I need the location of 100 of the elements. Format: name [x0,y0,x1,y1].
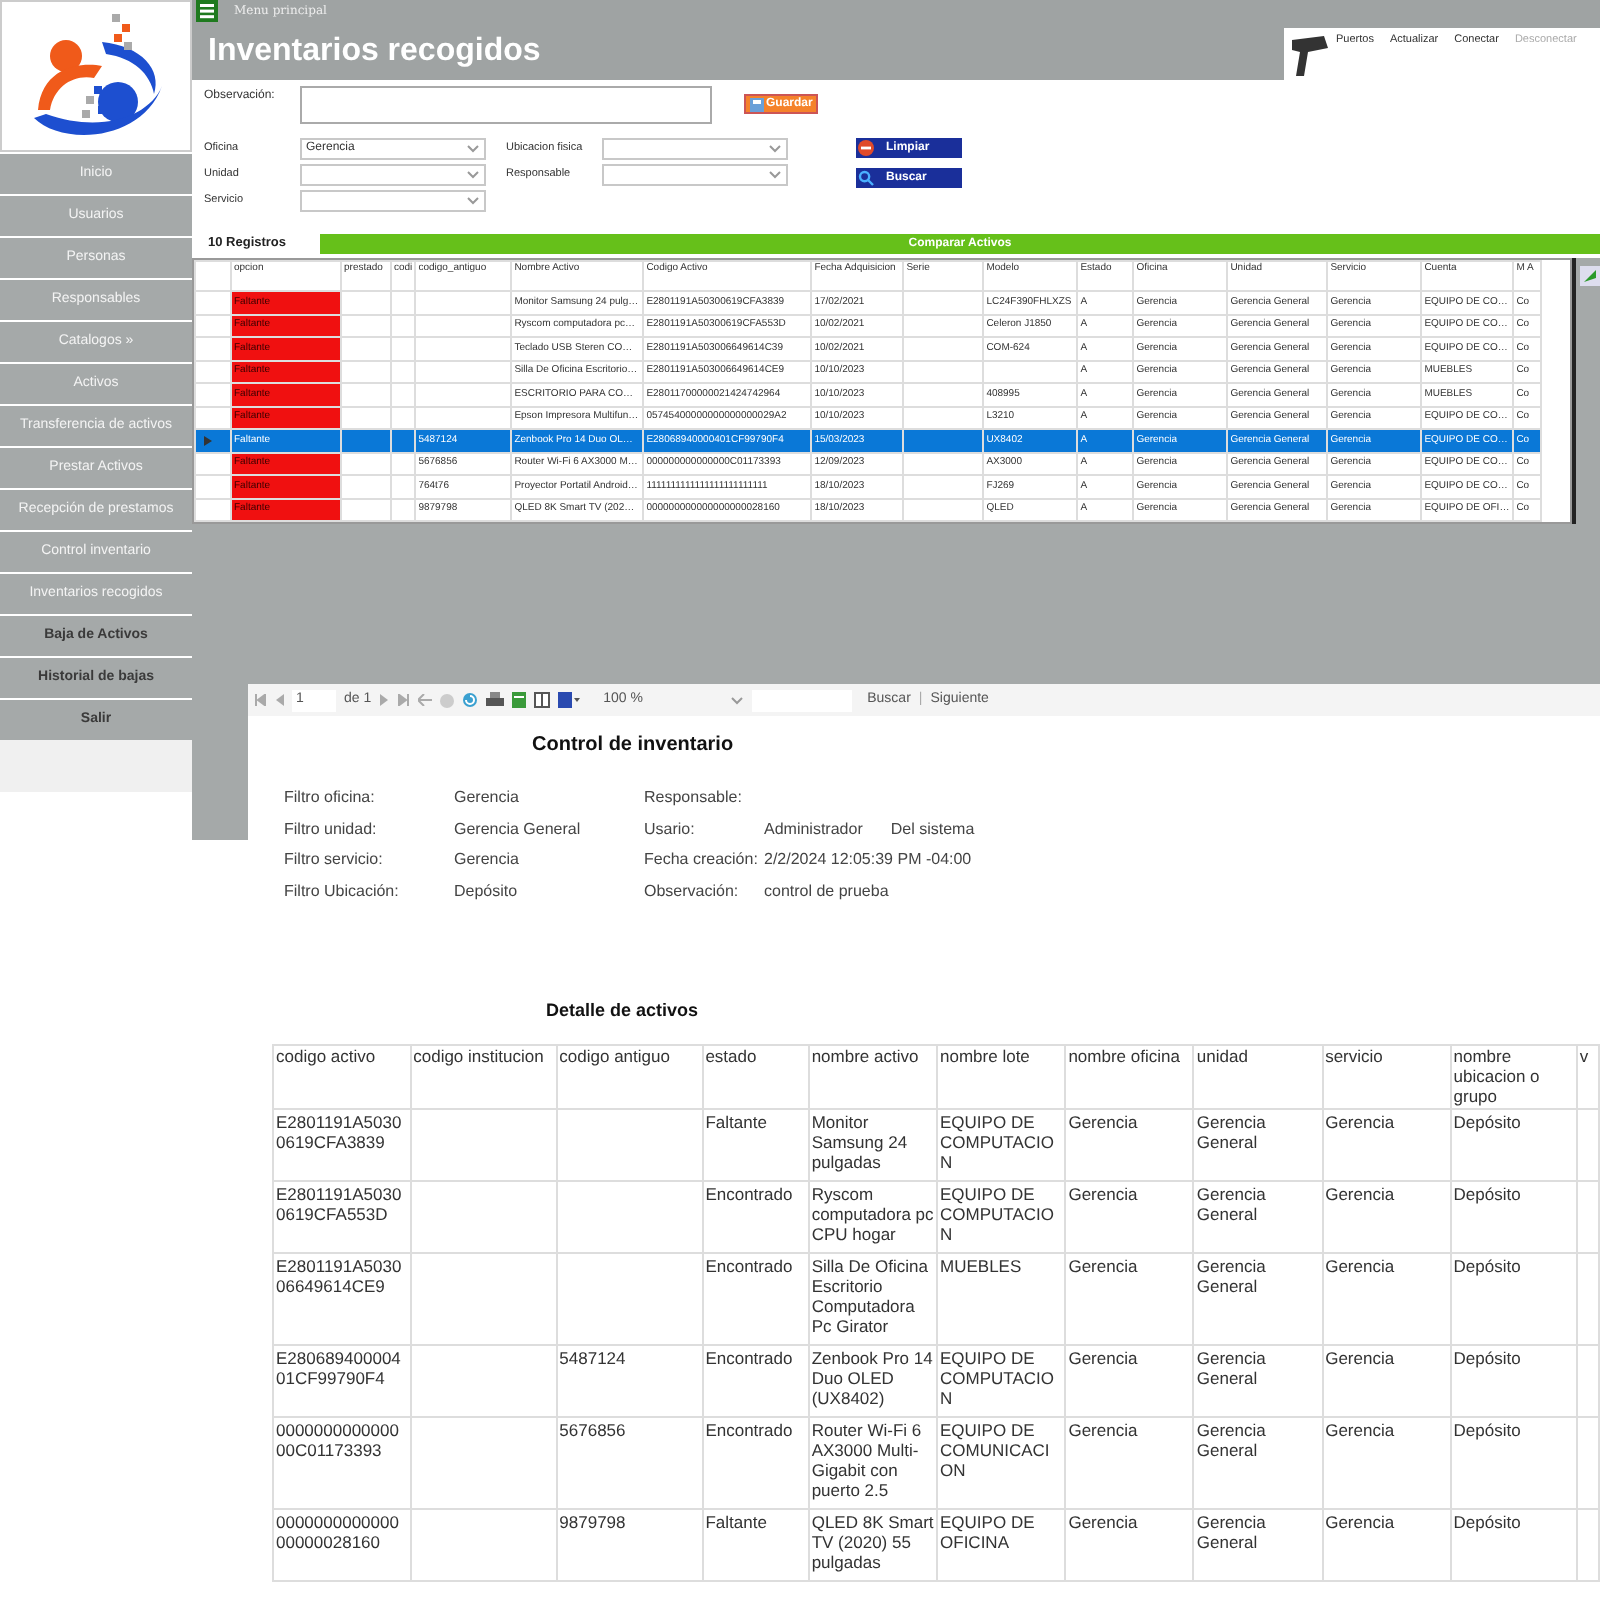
table-cell: Silla De Oficina Escritorio Computadora Pc Girator [811,1255,928,1335]
table-cell: 000000000000000000028160 [276,1511,399,1551]
menu-icon[interactable] [196,0,218,22]
search-icon [858,170,874,186]
table-cell: MUEBLES [940,1255,1022,1275]
column-header: nombre ubicacion o grupo [1453,1046,1540,1105]
filter-value: Depósito [454,879,520,904]
table-cell: Gerencia [1068,1419,1138,1439]
last-page-icon[interactable] [397,694,410,706]
table-cell: Depósito [1453,1255,1521,1275]
column-header: nombre lote [940,1046,1030,1065]
page-setup-icon[interactable] [533,692,550,708]
table-cell: Gerencia [1068,1255,1138,1275]
table-cell: Gerencia [1325,1183,1395,1203]
dropdown-caret-icon [466,144,480,154]
report-title: Control de inventario [532,732,736,760]
stop-icon[interactable] [439,693,454,707]
table-cell: 9879798 [559,1511,626,1531]
table-cell: Gerencia [1068,1183,1138,1203]
previous-page-icon[interactable] [274,694,284,706]
table-cell: Gerencia [1068,1111,1138,1131]
table-cell: Monitor Samsung 24 pulgadas [811,1111,908,1171]
table-cell: Depósito [1453,1183,1521,1203]
info-value: 2/2/2024 12:05:39 PM -04:00 [764,848,972,872]
table-cell: QLED 8K Smart TV (2020) 55 pulgadas [811,1511,934,1571]
dropdown-caret-icon [466,170,480,180]
save-icon [750,97,764,111]
back-icon[interactable] [417,694,432,706]
table-cell: Gerencia General [1196,1255,1266,1295]
table-cell: Gerencia [1325,1111,1395,1131]
table-cell: Encontrado [705,1255,793,1275]
filter-value: Gerencia [454,786,521,810]
table-cell: Ryscom computadora pc CPU hogar [811,1183,934,1243]
scanner-icon [1288,32,1332,80]
info-label: Fecha creación: [644,848,760,872]
first-page-icon[interactable] [254,694,266,706]
info-label: Observación: [644,879,741,903]
dropdown-field[interactable] [602,164,788,186]
table-cell: EQUIPO DE OFICINA [940,1511,1035,1551]
info-value: control de prueba [764,879,889,904]
table-cell: EQUIPO DE COMUNICACION [940,1419,1050,1479]
column-header: estado [705,1046,757,1065]
column-header: v [1579,1046,1589,1065]
page-layout-icon[interactable] [511,692,526,708]
table-cell: EQUIPO DE COMPUTACION [940,1347,1054,1407]
dropdown-caret-icon [768,144,782,154]
table-cell: EQUIPO DE COMPUTACION [940,1111,1054,1171]
table-cell: Depósito [1453,1419,1521,1439]
table-cell: Depósito [1453,1511,1521,1531]
table-cell: E2801191A50300619CFA3839 [276,1111,402,1151]
row-pointer-icon [204,435,212,446]
table-cell: Gerencia General [1196,1347,1266,1387]
table-cell: Depósito [1453,1111,1521,1131]
filter-value: Gerencia General [454,817,583,841]
export-icon[interactable] [557,692,580,708]
detail-title: Detalle de activos [546,998,701,1024]
info-label: Responsable: [644,786,744,810]
column-header: codigo antiguo [559,1046,670,1065]
table-cell: 5676856 [559,1419,626,1439]
column-header: nombre oficina [1068,1046,1180,1065]
info-value: Administrador [764,817,863,841]
table-cell: E28068940000401CF99790F4 [276,1347,401,1387]
table-cell: EQUIPO DE COMPUTACION [940,1183,1054,1243]
info-label: Usario: [644,817,697,841]
table-cell: Depósito [1453,1347,1521,1367]
observation-field[interactable] [300,86,712,124]
dropdown-field[interactable] [300,164,486,186]
table-cell: E2801191A503006649614CE9 [276,1255,402,1295]
dropdown-caret-icon [768,170,782,180]
minus-circle-icon [858,140,874,156]
dropdown-field[interactable] [602,138,788,160]
table-cell: Gerencia [1068,1511,1138,1531]
table-cell: Gerencia [1325,1347,1395,1367]
page-title: Inventarios recogidos [208,32,541,72]
info-value: Del sistema [890,817,975,841]
table-cell: Gerencia [1325,1419,1395,1439]
table-cell: Encontrado [705,1419,793,1439]
table-cell: Faltante [705,1511,767,1531]
dropdown-field[interactable] [300,190,486,212]
table-cell: Router Wi-Fi 6 AX3000 Multi-Gigabit con puerto 2.5 [811,1419,922,1499]
next-page-icon[interactable] [379,694,390,706]
print-icon[interactable] [485,692,504,708]
column-header: codigo activo [276,1046,376,1065]
table-cell: Gerencia General [1196,1419,1266,1459]
table-cell: Faltante [705,1111,767,1131]
column-header: servicio [1325,1046,1383,1065]
table-cell: Encontrado [705,1347,793,1367]
table-cell: Gerencia [1325,1255,1395,1275]
filter-label: Filtro oficina: [284,786,377,810]
table-cell: Encontrado [705,1183,793,1203]
column-header: unidad [1196,1046,1248,1065]
dropdown-caret-icon [729,695,744,705]
table-cell: Gerencia [1068,1347,1138,1367]
dropdown-caret-icon [466,196,480,206]
filter-label: Filtro Ubicación: [284,879,401,903]
filter-label: Filtro unidad: [284,817,379,841]
table-cell: Gerencia General [1196,1183,1266,1223]
table-cell: Gerencia [1325,1511,1395,1531]
table-cell: 000000000000000C01173393 [276,1419,399,1459]
table-cell: Gerencia General [1196,1511,1266,1551]
